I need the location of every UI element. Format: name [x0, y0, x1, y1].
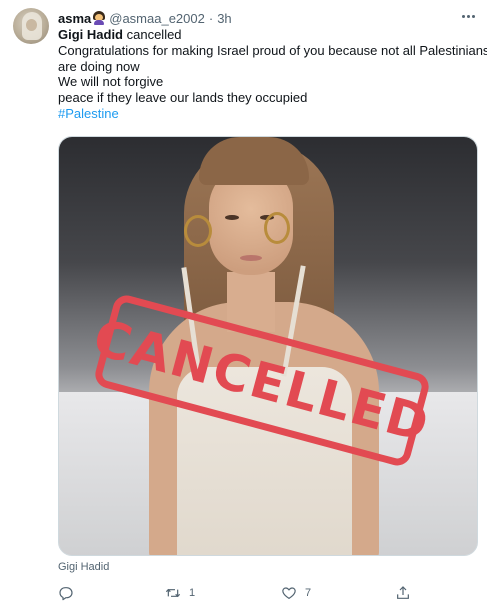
- like-button[interactable]: 7: [281, 583, 311, 603]
- hashtag-link[interactable]: #Palestine: [58, 106, 478, 122]
- avatar[interactable]: [13, 8, 49, 44]
- tweet-line-3: are doing now: [58, 58, 140, 74]
- tweet-line-2: Congratulations for making Israel proud …: [58, 42, 487, 58]
- tweet-text: Gigi Hadid cancelled Congratulations for…: [58, 27, 487, 122]
- earring-right: [264, 212, 290, 244]
- reply-icon: [59, 587, 73, 601]
- tweet-line-1: Gigi Hadid cancelled: [58, 27, 478, 43]
- photo-caption[interactable]: Gigi Hadid: [58, 561, 109, 573]
- retweet-icon: [165, 588, 181, 598]
- more-dots-icon[interactable]: [458, 8, 478, 24]
- woman-emoji-icon: [92, 11, 106, 25]
- retweet-button[interactable]: 1: [165, 583, 195, 603]
- tweet-line-5: peace if they leave our lands they occup…: [58, 90, 308, 106]
- timestamp[interactable]: 3h: [217, 11, 231, 26]
- share-button[interactable]: [395, 583, 411, 603]
- earring-left: [184, 215, 212, 247]
- separator-dot: ·: [208, 10, 214, 26]
- avatar-face: [26, 19, 37, 31]
- tweet-header: asma @asmaa_e2002 · 3h: [58, 9, 232, 27]
- bold-name: Gigi Hadid: [58, 27, 123, 42]
- tweet-actions: 1 7: [58, 583, 478, 603]
- model-eye-left: [225, 215, 239, 220]
- like-count: 7: [305, 587, 312, 599]
- heart-icon: [282, 587, 296, 599]
- retweet-count: 1: [189, 587, 196, 599]
- cancelled-text: cancelled: [123, 27, 182, 42]
- tweet-line-4: We will not forgive: [58, 74, 164, 90]
- tweet[interactable]: asma @asmaa_e2002 · 3h Gigi Hadid cancel…: [0, 0, 487, 608]
- display-name[interactable]: asma: [58, 11, 91, 26]
- reply-button[interactable]: [58, 583, 82, 603]
- model-hair-top: [199, 137, 309, 185]
- model-lips: [240, 255, 262, 261]
- tweet-photo[interactable]: CANCELLED: [58, 136, 478, 556]
- user-handle[interactable]: @asmaa_e2002: [109, 11, 205, 26]
- share-icon: [397, 586, 409, 599]
